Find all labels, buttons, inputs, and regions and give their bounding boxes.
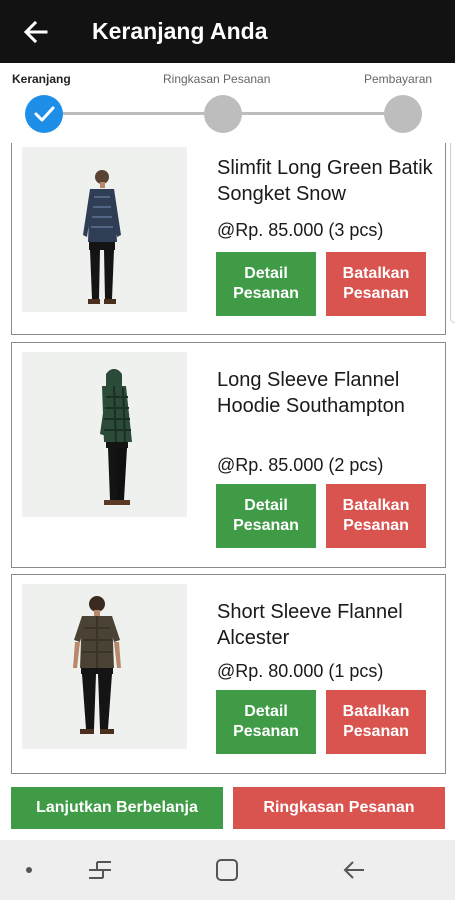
- cancel-order-button[interactable]: Batalkan Pesanan: [326, 690, 426, 754]
- cart-screen: Keranjang Anda Keranjang Ringkasan Pesan…: [0, 0, 455, 900]
- cart-item-card: Short Sleeve Flannel Alcester @Rp. 80.00…: [11, 574, 446, 774]
- step-label-summary: Ringkasan Pesanan: [163, 72, 271, 86]
- step-cart-done: [25, 95, 63, 133]
- cart-item-card: Long Sleeve Flannel Hoodie Southampton @…: [11, 342, 446, 568]
- cart-item-card: Slimfit Long Green Batik Songket Snow @R…: [11, 143, 446, 335]
- system-nav-bar: [0, 840, 455, 900]
- dot-icon: [14, 840, 44, 900]
- check-icon: [34, 106, 55, 122]
- checkout-stepper: Keranjang Ringkasan Pesanan Pembayaran: [0, 63, 455, 143]
- recent-apps-icon[interactable]: [80, 840, 120, 900]
- page-title: Keranjang Anda: [92, 18, 268, 44]
- step-payment-pending: [384, 95, 422, 133]
- product-name: Long Sleeve Flannel Hoodie Southampton: [217, 369, 405, 417]
- continue-shopping-button[interactable]: Lanjutkan Berbelanja: [11, 787, 223, 829]
- back-button[interactable]: [0, 0, 72, 63]
- app-header: Keranjang Anda: [0, 0, 455, 63]
- step-connector: [238, 112, 388, 115]
- back-icon[interactable]: [334, 840, 374, 900]
- product-price: @Rp. 80.000 (1 pcs): [217, 661, 384, 681]
- order-summary-button[interactable]: Ringkasan Pesanan: [233, 787, 445, 829]
- arrow-left-icon: [23, 20, 48, 43]
- product-name: Short Sleeve Flannel Alcester: [217, 601, 403, 649]
- product-name: Slimfit Long Green Batik Songket Snow: [217, 157, 433, 205]
- step-label-cart: Keranjang: [12, 72, 71, 86]
- cart-list[interactable]: Slimfit Long Green Batik Songket Snow @R…: [0, 143, 455, 779]
- product-price: @Rp. 85.000 (3 pcs): [217, 220, 384, 240]
- product-image: [22, 352, 187, 517]
- product-image: [22, 584, 187, 749]
- cancel-order-button[interactable]: Batalkan Pesanan: [326, 484, 426, 548]
- product-price: @Rp. 85.000 (2 pcs): [217, 455, 384, 475]
- bottom-action-bar: Lanjutkan Berbelanja Ringkasan Pesanan: [0, 779, 455, 839]
- detail-order-button[interactable]: Detail Pesanan: [216, 484, 316, 548]
- step-summary-pending: [204, 95, 242, 133]
- product-image: [22, 147, 187, 312]
- step-connector: [60, 112, 208, 115]
- step-label-payment: Pembayaran: [364, 72, 433, 86]
- detail-order-button[interactable]: Detail Pesanan: [216, 690, 316, 754]
- detail-order-button[interactable]: Detail Pesanan: [216, 252, 316, 316]
- home-icon[interactable]: [207, 840, 247, 900]
- cancel-order-button[interactable]: Batalkan Pesanan: [326, 252, 426, 316]
- scroll-edge: [450, 143, 455, 323]
